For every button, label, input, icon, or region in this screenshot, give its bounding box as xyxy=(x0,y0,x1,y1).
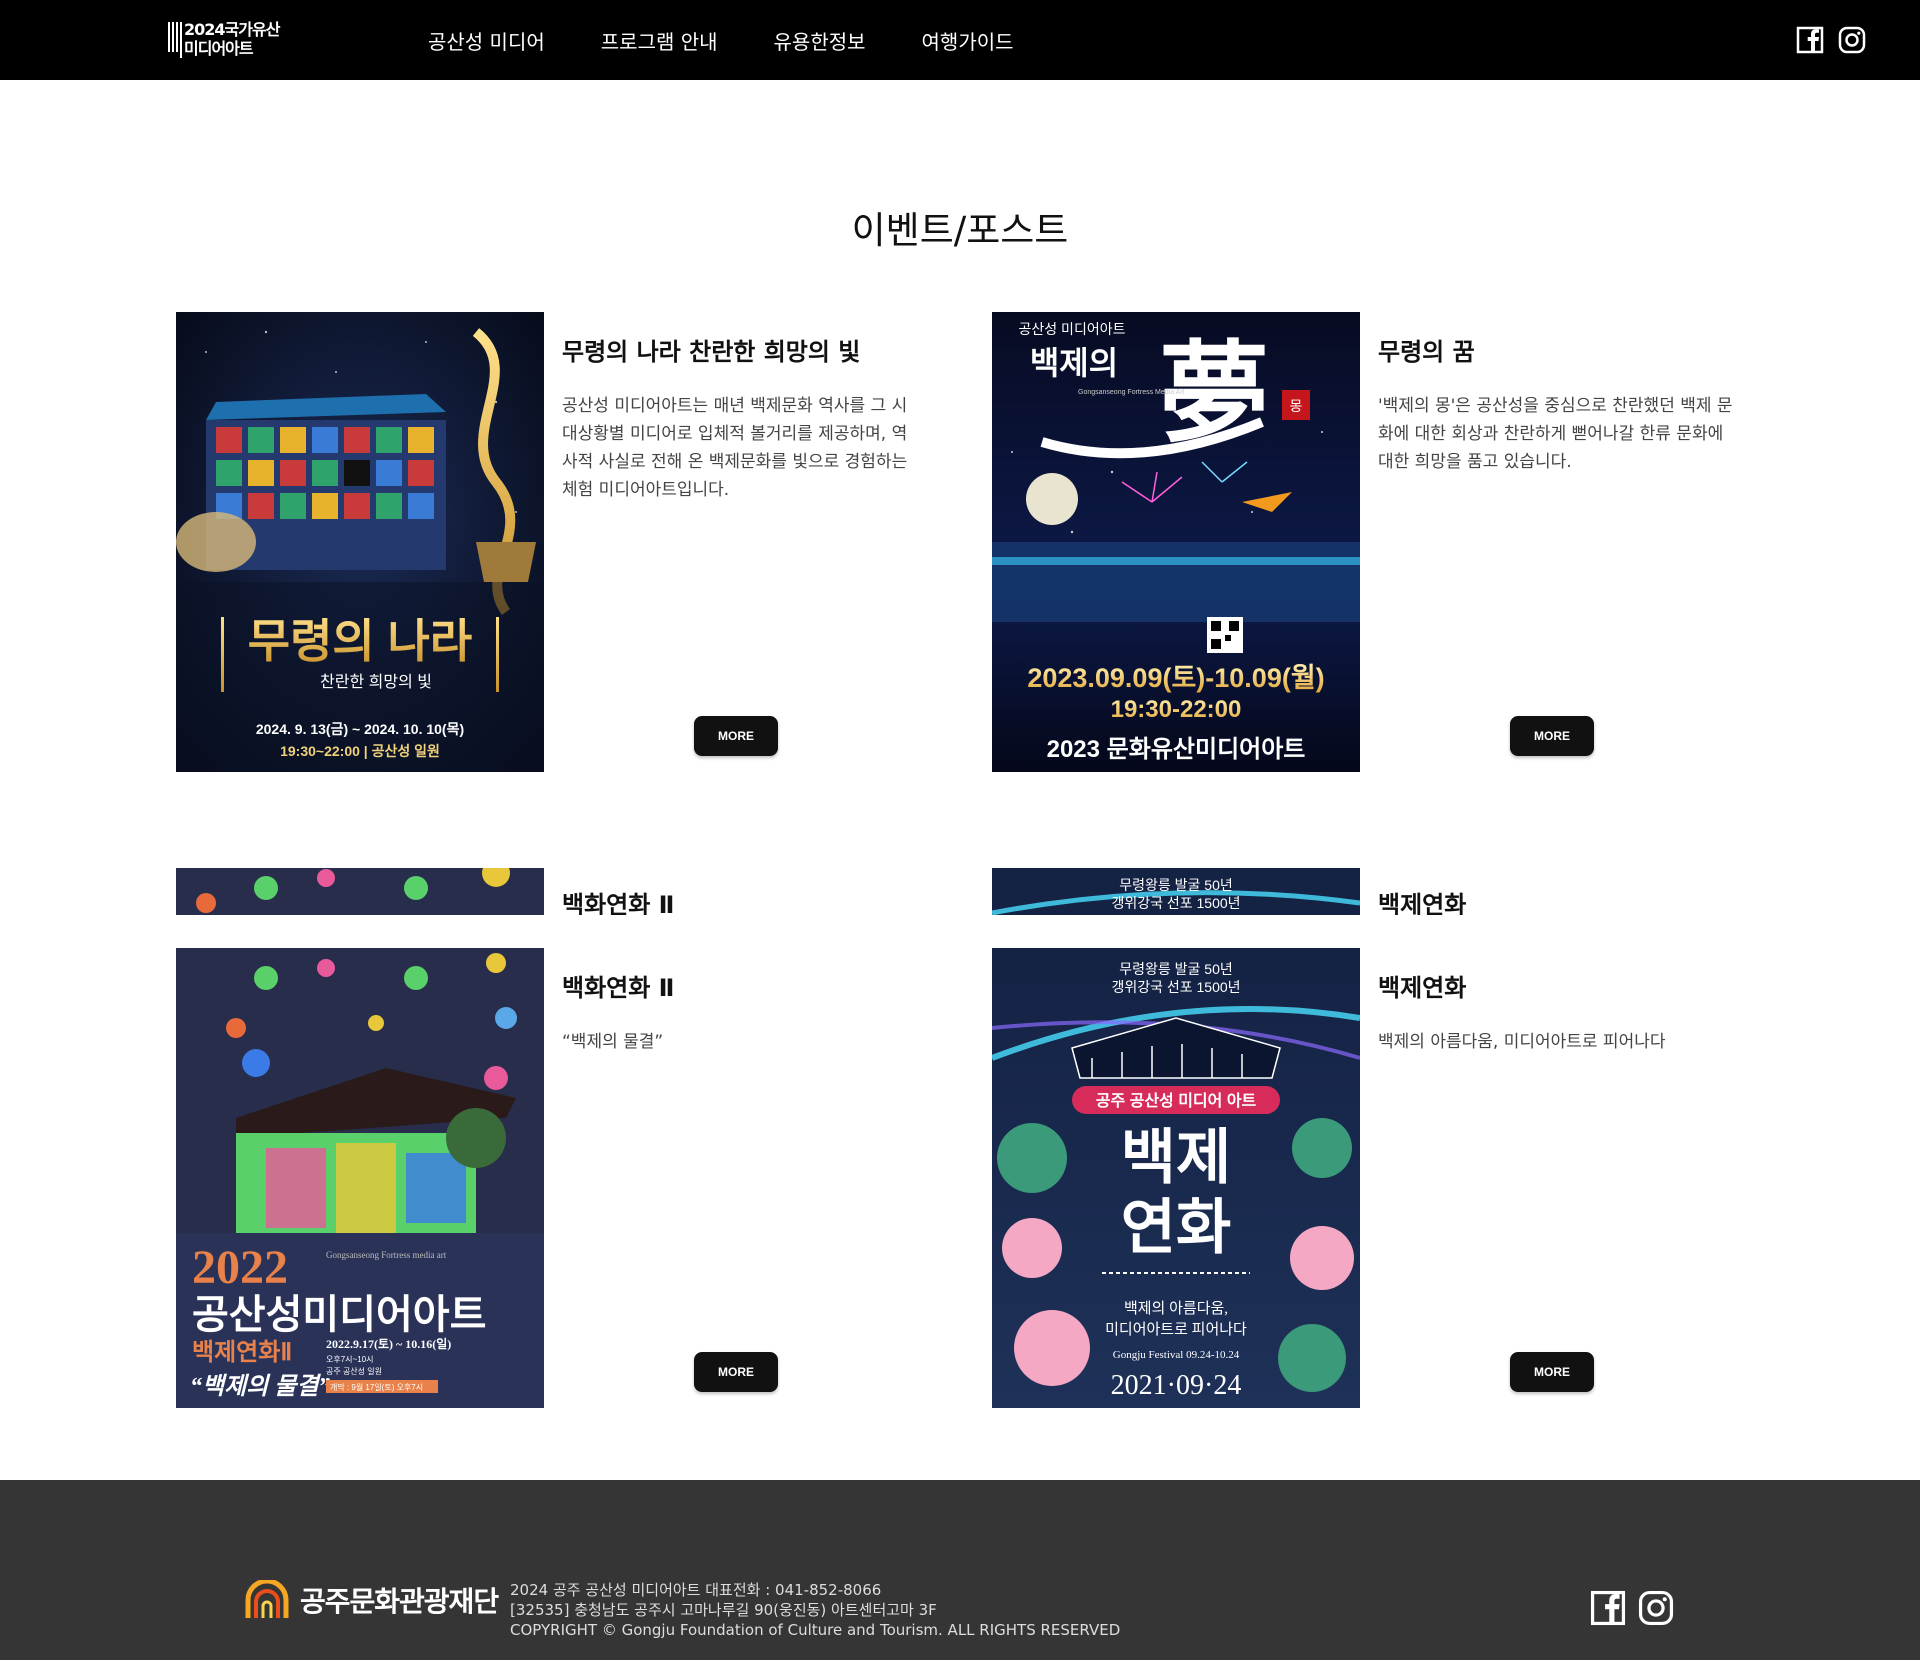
poster-badge: 공주 공산성 미디어 아트 xyxy=(1096,1092,1257,1110)
svg-text:무령왕릉 발굴 50년: 무령왕릉 발굴 50년 xyxy=(1119,877,1233,893)
poster-script: 백제의 xyxy=(1030,345,1118,381)
poster-bottom: 2023 문화유산미디어아트 xyxy=(1047,736,1306,763)
svg-text:갱위강국 선포 1500년: 갱위강국 선포 1500년 xyxy=(1111,895,1240,911)
poster-title: 무령의 나라 xyxy=(248,615,472,667)
poster-preview: 무령왕릉 발굴 50년 갱위강국 선포 1500년 xyxy=(992,868,1360,915)
nav-item-media[interactable]: 공산성 미디어 xyxy=(428,26,545,55)
card-description: 백제의 아름다움, 미디어아트로 피어나다 xyxy=(1378,1032,1666,1052)
footer-line-3: COPYRIGHT © Gongju Foundation of Culture… xyxy=(510,1621,1121,1639)
footer-logo[interactable]: 공주문화관광재단 xyxy=(244,1580,499,1620)
poster-time: 오후7시~10시 xyxy=(326,1355,373,1364)
card-title[interactable]: 백화연화 Ⅱ xyxy=(562,968,674,1003)
more-button[interactable]: MORE xyxy=(694,1352,778,1392)
poster-top1: 무령왕릉 발굴 50년 xyxy=(1119,961,1233,977)
logo-line-1: 2024국가유산 xyxy=(184,20,280,39)
poster-tag: 개막 : 9월 17일(토) 오후7시 xyxy=(330,1382,423,1392)
poster-fest: Gongju Festival 09.24-10.24 xyxy=(1113,1349,1240,1361)
card-title[interactable]: 무령의 나라 찬란한 희망의 빛 xyxy=(562,332,860,367)
event-poster[interactable]: 무령의 나라 찬란한 희망의 빛 2024. 9. 13(금) ~ 2024. … xyxy=(176,312,544,772)
poster-date: 2021·09·24 xyxy=(1111,1370,1242,1401)
card-description: “백제의 물결” xyxy=(562,1032,664,1052)
logo-bars-icon xyxy=(168,22,182,58)
footer-social xyxy=(1590,1590,1674,1626)
footer-info: 2024 공주 공산성 미디어아트 대표전화 : 041-852-8066 [3… xyxy=(510,1580,1120,1640)
card-description: 공산성 미디어아트는 매년 백제문화 역사를 그 시대상황별 미디어로 입체적 … xyxy=(562,396,908,500)
poster-sub: 백제연화Ⅱ xyxy=(192,1339,292,1366)
facebook-icon[interactable] xyxy=(1796,26,1824,54)
site-logo[interactable]: 2024국가유산 미디어아트 xyxy=(168,20,316,60)
event-card: 무령의 나라 찬란한 희망의 빛 2024. 9. 13(금) ~ 2024. … xyxy=(176,312,966,772)
instagram-icon[interactable] xyxy=(1838,26,1866,54)
poster-title-2: 연화 xyxy=(1121,1193,1231,1263)
footer-line-1: 2024 공주 공산성 미디어아트 대표전화 : 041-852-8066 xyxy=(510,1581,882,1599)
poster-slogan: “백제의 물결” xyxy=(190,1373,330,1400)
event-card: 2022 Gongsanseong Fortress media art 공산성… xyxy=(176,948,966,1408)
main-nav: 공산성 미디어 프로그램 안내 유용한정보 여행가이드 xyxy=(400,0,1042,80)
poster-seal: 몽 xyxy=(1290,398,1303,414)
card-title[interactable]: 백제연화 xyxy=(1378,968,1466,1003)
poster-year: 2022 xyxy=(192,1241,288,1294)
footer-line-2: [32535] 충청남도 공주시 고마나루길 90(웅진동) 아트센터고마 3F xyxy=(510,1601,937,1619)
foundation-logo-icon xyxy=(245,1580,289,1618)
poster-dates: 2023.09.09(토)-10.09(월) xyxy=(1027,663,1324,693)
page-title: 이벤트/포스트 xyxy=(851,209,1069,252)
site-footer: 공주문화관광재단 2024 공주 공산성 미디어아트 대표전화 : 041-85… xyxy=(0,1480,1920,1660)
event-poster[interactable]: 무령왕릉 발굴 50년 갱위강국 선포 1500년 공주 공산성 미디어 아트 … xyxy=(992,948,1360,1408)
poster-sub-2: 미디어아트로 피어나다 xyxy=(1105,1321,1247,1338)
foundation-name: 공주문화관광재단 xyxy=(300,1585,499,1618)
instagram-icon[interactable] xyxy=(1638,1590,1674,1626)
poster-top: 공산성 미디어아트 xyxy=(1019,321,1126,337)
poster-time: 19:30-22:00 xyxy=(1111,696,1242,723)
facebook-icon[interactable] xyxy=(1590,1590,1626,1626)
event-card: 무령왕릉 발굴 50년 갱위강국 선포 1500년 공주 공산성 미디어 아트 … xyxy=(992,948,1782,1408)
poster-en: Gongsanseong Fortress Media Art xyxy=(1078,389,1185,396)
poster-en: Gongsanseong Fortress media art xyxy=(326,1250,447,1260)
poster-top2: 갱위강국 선포 1500년 xyxy=(1111,979,1240,995)
poster-subtitle: 찬란한 희망의 빛 xyxy=(320,673,432,691)
event-poster[interactable]: 공산성 미디어아트 백제의 夢 몽 Gongsanseong Fortress … xyxy=(992,312,1360,772)
nav-item-program[interactable]: 프로그램 안내 xyxy=(601,26,718,55)
preview-title: 백화연화 Ⅱ xyxy=(562,891,675,915)
more-button[interactable]: MORE xyxy=(694,716,778,756)
site-header: 2024국가유산 미디어아트 공산성 미디어 프로그램 안내 유용한정보 여행가… xyxy=(0,0,1920,80)
poster-dates: 2022.9.17(토) ~ 10.16(일) xyxy=(326,1337,451,1351)
more-button[interactable]: MORE xyxy=(1510,1352,1594,1392)
poster-place: 공주 공산성 일원 xyxy=(326,1366,382,1376)
nav-item-info[interactable]: 유용한정보 xyxy=(774,26,866,55)
header-social xyxy=(1796,26,1866,54)
poster-title: 공산성미디어아트 xyxy=(192,1292,486,1337)
logo-line-2: 미디어아트 xyxy=(184,39,254,58)
event-card: 공산성 미디어아트 백제의 夢 몽 Gongsanseong Fortress … xyxy=(992,312,1782,772)
event-poster[interactable]: 2022 Gongsanseong Fortress media art 공산성… xyxy=(176,948,544,1408)
card-title[interactable]: 무령의 꿈 xyxy=(1378,332,1475,367)
poster-preview xyxy=(176,868,544,915)
card-description: '백제의 몽'은 공산성을 중심으로 찬란했던 백제 문화에 대한 회상과 찬란… xyxy=(1378,396,1733,472)
preview-title: 백제연화 xyxy=(1378,891,1467,915)
nav-item-travel[interactable]: 여행가이드 xyxy=(922,26,1014,55)
poster-time: 19:30~22:00 | 공산성 일원 xyxy=(280,743,440,759)
poster-dates: 2024. 9. 13(금) ~ 2024. 10. 10(목) xyxy=(256,721,464,737)
poster-title-1: 백제 xyxy=(1121,1123,1231,1193)
poster-sub-1: 백제의 아름다움, xyxy=(1124,1300,1228,1317)
more-button[interactable]: MORE xyxy=(1510,716,1594,756)
row-preview-strip: 백화연화 Ⅱ 무령왕릉 발굴 50년 갱위강국 선포 1500년 백제연화 xyxy=(0,868,1920,915)
